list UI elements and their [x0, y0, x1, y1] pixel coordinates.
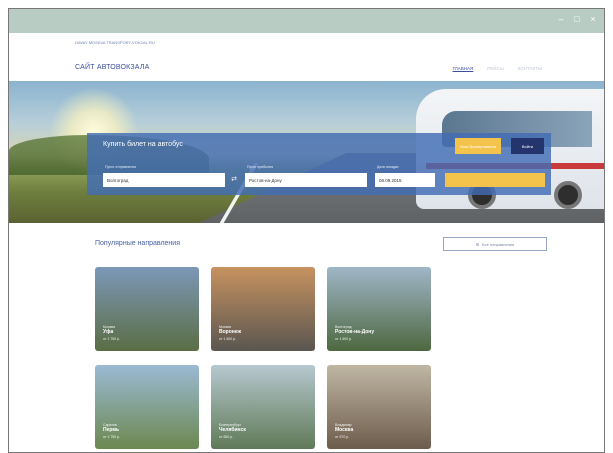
ticket-search-panel: Купить билет на автобус Мои бронирования…: [87, 133, 551, 195]
route-from: Екатеринбург: [219, 423, 242, 427]
route-city: Уфа: [103, 329, 114, 335]
my-bookings-button[interactable]: Мои бронирования: [455, 138, 501, 154]
date-label: Дата поездки: [377, 165, 399, 169]
minimize-icon[interactable]: –: [556, 14, 566, 24]
from-label: Пункт отправления: [105, 165, 137, 169]
all-routes-label: Все направления: [482, 241, 515, 247]
top-link[interactable]: DAVAY MOSKVA TRANSPORT-VOKZAL.RU: [75, 40, 155, 45]
route-card[interactable]: Владимир Москва от 570 р.: [327, 365, 431, 449]
route-card[interactable]: Саратов Пермь от 1 750 р.: [95, 365, 199, 449]
route-from: Владимир: [335, 423, 352, 427]
route-from: Москва: [219, 325, 231, 329]
nav-item-contacts[interactable]: КОНТАКТЫ: [518, 66, 542, 71]
browser-window: – □ × DAVAY MOSKVA TRANSPORT-VOKZAL.RU С…: [8, 8, 605, 453]
route-city: Ростов-на-Дону: [335, 329, 375, 335]
route-card[interactable]: Москва Воронеж от 1 600 р.: [211, 267, 315, 351]
all-routes-button[interactable]: ⊞ Все направления: [443, 237, 547, 251]
nav-item-home[interactable]: ГЛАВНАЯ: [453, 66, 474, 71]
route-from: Саратов: [103, 423, 117, 427]
search-title: Купить билет на автобус: [103, 141, 183, 148]
site-logo[interactable]: САЙТ АВТОВОКЗАЛА: [75, 64, 150, 71]
site-header: САЙТ АВТОВОКЗАЛА ГЛАВНАЯ РЕЙСЫ КОНТАКТЫ: [9, 59, 604, 79]
nav-item-routes[interactable]: РЕЙСЫ: [487, 66, 503, 71]
route-price: от 650 р.: [219, 435, 234, 439]
route-price: от 1 600 р.: [219, 337, 237, 341]
route-price: от 570 р.: [335, 435, 350, 439]
main-nav: ГЛАВНАЯ РЕЙСЫ КОНТАКТЫ: [453, 66, 542, 71]
window-titlebar: – □ ×: [9, 9, 604, 33]
route-from: Волгоград: [335, 325, 352, 329]
to-label: Пункт прибытия: [247, 165, 274, 169]
find-tickets-button[interactable]: [445, 173, 545, 187]
route-city: Воронеж: [219, 329, 242, 335]
close-icon[interactable]: ×: [588, 14, 598, 24]
route-card[interactable]: Екатеринбург Челябинск от 650 р.: [211, 365, 315, 449]
route-card[interactable]: Москва Уфа от 1 750 р.: [95, 267, 199, 351]
to-field[interactable]: [245, 173, 367, 187]
route-price: от 1 750 р.: [103, 435, 121, 439]
login-button[interactable]: Войти: [511, 138, 544, 154]
route-card[interactable]: Волгоград Ростов-на-Дону от 1 600 р.: [327, 267, 431, 351]
route-city: Пермь: [103, 427, 120, 433]
maximize-icon[interactable]: □: [572, 14, 582, 24]
swap-icon[interactable]: ⇄: [229, 175, 239, 185]
route-city: Челябинск: [219, 427, 246, 433]
route-price: от 1 750 р.: [103, 337, 121, 341]
from-field[interactable]: [103, 173, 225, 187]
date-field[interactable]: [375, 173, 435, 187]
grid-icon: ⊞: [475, 241, 480, 247]
route-price: от 1 600 р.: [335, 337, 353, 341]
route-from: Москва: [103, 325, 115, 329]
route-city: Москва: [335, 427, 354, 433]
popular-title: Популярные направления: [95, 240, 181, 247]
